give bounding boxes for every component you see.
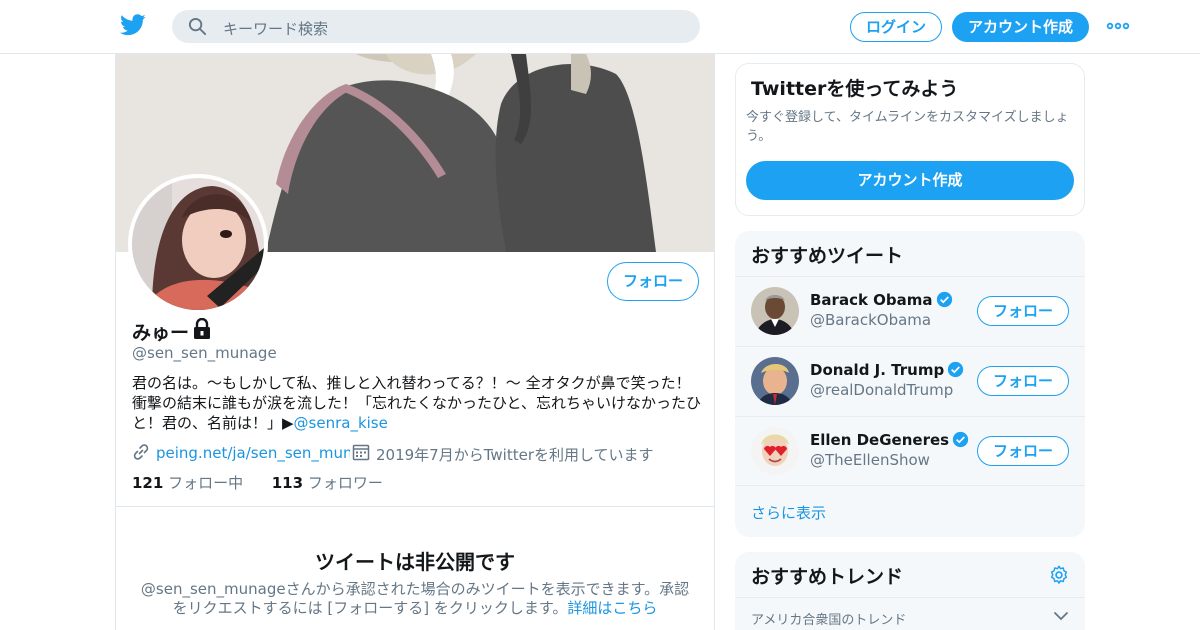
signup-button[interactable]: アカウント作成 bbox=[952, 12, 1089, 42]
name-text: Ellen DeGeneres bbox=[810, 431, 950, 449]
follow-button[interactable]: フォロー bbox=[977, 366, 1069, 396]
twitter-logo-icon[interactable] bbox=[120, 14, 146, 36]
search-bar[interactable]: キーワード検索 bbox=[172, 10, 700, 43]
search-input[interactable]: キーワード検索 bbox=[223, 18, 328, 39]
recommended-handle: @TheEllenShow bbox=[810, 451, 930, 469]
profile-avatar[interactable] bbox=[128, 174, 268, 314]
profile-website-link[interactable]: peing.net/ja/sen_sen_mun… bbox=[156, 444, 350, 462]
recommended-handle: @BarackObama bbox=[810, 311, 932, 329]
follow-button[interactable]: フォロー bbox=[977, 296, 1069, 326]
recommended-name: Donald J. Trump bbox=[810, 361, 964, 379]
profile-bio: 君の名は。〜もしかして私、推しと入れ替わってる？！〜 全オタクが鼻で笑った！衝撃… bbox=[132, 373, 702, 433]
avatar[interactable] bbox=[751, 427, 799, 475]
chevron-down-icon[interactable] bbox=[1053, 608, 1069, 624]
gear-icon[interactable] bbox=[1048, 564, 1070, 586]
profile-meta: peing.net/ja/sen_sen_mun… 2019年7月からTwitt… bbox=[132, 442, 702, 464]
profile-stats: 121 フォロー中 113 フォロワー bbox=[132, 472, 383, 493]
bio-mention-link[interactable]: @senra_kise bbox=[294, 414, 388, 432]
lock-icon bbox=[194, 318, 210, 339]
divider bbox=[116, 506, 714, 507]
more-icon[interactable] bbox=[1106, 16, 1130, 36]
recommended-row[interactable]: Barack Obama @BarackObama フォロー bbox=[735, 276, 1085, 346]
avatar-image bbox=[751, 427, 799, 475]
show-more-link[interactable]: さらに表示 bbox=[751, 502, 826, 523]
protected-tweets-title: ツイートは非公開です bbox=[315, 550, 515, 574]
recommended-row[interactable]: Donald J. Trump @realDonaldTrump フォロー bbox=[735, 346, 1085, 416]
profile-handle: @sen_sen_munage bbox=[132, 344, 277, 362]
avatar-image bbox=[751, 287, 799, 335]
recommended-row[interactable]: Ellen DeGeneres @TheEllenShow フォロー bbox=[735, 416, 1085, 486]
following-stat[interactable]: 121 フォロー中 bbox=[132, 474, 243, 492]
followers-label: フォロワー bbox=[307, 474, 383, 492]
divider bbox=[735, 597, 1085, 598]
recommended-name: Ellen DeGeneres bbox=[810, 431, 969, 449]
verified-icon bbox=[936, 291, 952, 308]
recommended-accounts-card: おすすめツイート Barack Obama @BarackObama フォロー bbox=[735, 231, 1085, 537]
profile-column: フォロー みゅー @sen_sen_munage 君の名は。〜もしかして私、推し… bbox=[115, 54, 715, 630]
following-count: 121 bbox=[132, 474, 164, 492]
trends-location: アメリカ合衆国のトレンド bbox=[751, 613, 907, 628]
profile-name: みゅー bbox=[132, 322, 190, 344]
name-text: Barack Obama bbox=[810, 291, 933, 309]
avatar[interactable] bbox=[751, 287, 799, 335]
bio-text: 君の名は。〜もしかして私、推しと入れ替わってる？！〜 全オタクが鼻で笑った！衝撃… bbox=[132, 374, 701, 432]
protected-tweets-message: @sen_sen_munageさんから承認された場合のみツイートを表示できます。… bbox=[136, 580, 694, 618]
signup-card-text: 今すぐ登録して、タイムラインをカスタマイズしましょう。 bbox=[746, 110, 1069, 144]
signup-card-button[interactable]: アカウント作成 bbox=[746, 161, 1074, 200]
name-text: Donald J. Trump bbox=[810, 361, 945, 379]
followers-count: 113 bbox=[271, 474, 304, 492]
link-icon bbox=[133, 444, 149, 460]
recommended-handle: @realDonaldTrump bbox=[810, 381, 954, 399]
learn-more-link[interactable]: 詳細はこちら bbox=[567, 599, 657, 617]
calendar-icon bbox=[352, 444, 370, 461]
verified-icon bbox=[948, 361, 964, 378]
trends-card: おすすめトレンド アメリカ合衆国のトレンド bbox=[735, 552, 1085, 630]
followers-stat[interactable]: 113 フォロワー bbox=[272, 474, 383, 492]
following-label: フォロー中 bbox=[168, 474, 244, 492]
signup-card-title: Twitterを使ってみよう bbox=[751, 78, 959, 100]
verified-icon bbox=[952, 431, 969, 448]
recommended-name: Barack Obama bbox=[810, 291, 953, 309]
avatar-photo bbox=[132, 178, 264, 310]
recommended-title: おすすめツイート bbox=[751, 245, 904, 267]
divider bbox=[735, 485, 1085, 486]
avatar-image bbox=[751, 357, 799, 405]
signup-prompt-card: Twitterを使ってみよう 今すぐ登録して、タイムラインをカスタマイズしましょ… bbox=[735, 63, 1085, 216]
follow-button[interactable]: フォロー bbox=[607, 262, 699, 301]
top-navigation-bar: キーワード検索 ログイン アカウント作成 bbox=[0, 0, 1200, 54]
search-icon bbox=[188, 17, 207, 36]
login-button[interactable]: ログイン bbox=[850, 12, 942, 42]
follow-button[interactable]: フォロー bbox=[977, 436, 1069, 466]
avatar[interactable] bbox=[751, 357, 799, 405]
profile-joined-date: 2019年7月からTwitterを利用しています bbox=[376, 446, 654, 464]
trends-title: おすすめトレンド bbox=[751, 566, 904, 588]
